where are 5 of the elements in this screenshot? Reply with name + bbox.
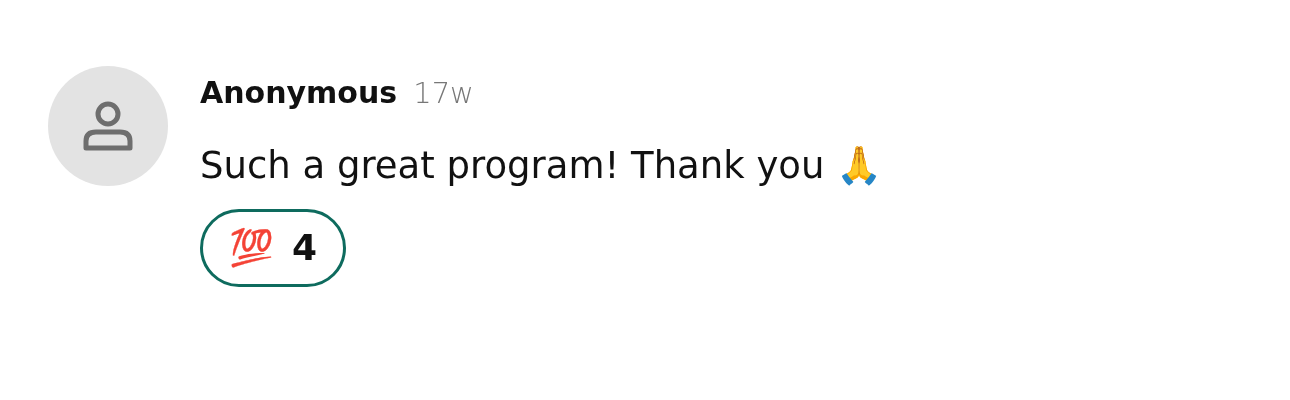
author-name[interactable]: Anonymous: [200, 70, 398, 115]
timestamp: 17w: [413, 75, 474, 112]
comment-text: Such a great program! Thank you 🙏: [200, 142, 883, 189]
person-icon: [82, 100, 134, 152]
reaction-button[interactable]: 💯 4: [200, 209, 347, 287]
